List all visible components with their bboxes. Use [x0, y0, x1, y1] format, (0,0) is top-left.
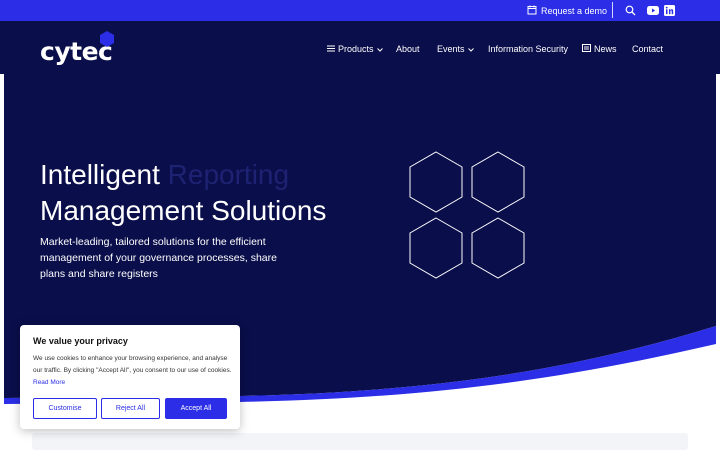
search-icon[interactable]	[624, 4, 637, 17]
read-more-link[interactable]: Read More	[33, 379, 65, 386]
news-icon	[582, 43, 591, 54]
nav-item-label: Events	[437, 43, 465, 54]
chevron-down-icon	[467, 44, 474, 54]
menu-lines-icon	[327, 44, 335, 54]
nav-item-information-security[interactable]: Information Security	[488, 42, 568, 55]
cookie-body: We use cookies to enhance your browsing …	[33, 353, 233, 389]
hero-title-rotating-word: Reporting	[167, 159, 290, 190]
nav-item-label: News	[594, 43, 617, 54]
hero-title: Intelligent Reporting Management Solutio…	[40, 157, 326, 229]
hero-title-strong: Intelligent	[40, 159, 160, 190]
chevron-down-icon	[376, 44, 383, 54]
request-demo-link[interactable]: Request a demo	[527, 3, 607, 18]
cookie-body-text: We use cookies to enhance your browsing …	[33, 355, 232, 374]
nav-item-label: Information Security	[488, 43, 569, 54]
nav-item-label: About	[396, 43, 420, 54]
nav-item-contact[interactable]: Contact	[632, 42, 663, 55]
nav-item-products[interactable]: Products	[327, 42, 383, 55]
hero-title-line2: Management Solutions	[40, 195, 327, 226]
accept-all-button[interactable]: Accept All	[165, 398, 227, 419]
hexagon-graphic	[409, 151, 525, 279]
logo-hexagon-icon	[100, 31, 114, 47]
nav-item-label: Contact	[632, 43, 664, 54]
customise-button[interactable]: Customise	[33, 398, 97, 419]
hero-subtitle: Market-leading, tailored solutions for t…	[40, 236, 277, 280]
request-demo-label: Request a demo	[541, 5, 608, 16]
cookie-title: We value your privacy	[33, 336, 128, 346]
youtube-icon[interactable]	[646, 4, 659, 17]
nav-item-label: Products	[338, 43, 374, 54]
content-card	[32, 433, 688, 450]
reject-all-button[interactable]: Reject All	[101, 398, 160, 419]
topbar-divider	[612, 2, 613, 18]
nav-item-news[interactable]: News	[582, 42, 617, 55]
top-utility-bar: Request a demo	[0, 0, 720, 21]
nav-item-events[interactable]: Events	[437, 42, 474, 55]
cookie-consent-banner: We value your privacy We use cookies to …	[20, 325, 240, 429]
main-navigation: cytec Products About Events Information …	[0, 21, 720, 74]
linkedin-icon[interactable]	[663, 4, 676, 17]
nav-item-about[interactable]: About	[396, 42, 420, 55]
calendar-icon	[527, 5, 537, 17]
cytec-logo[interactable]: cytec	[40, 31, 120, 66]
